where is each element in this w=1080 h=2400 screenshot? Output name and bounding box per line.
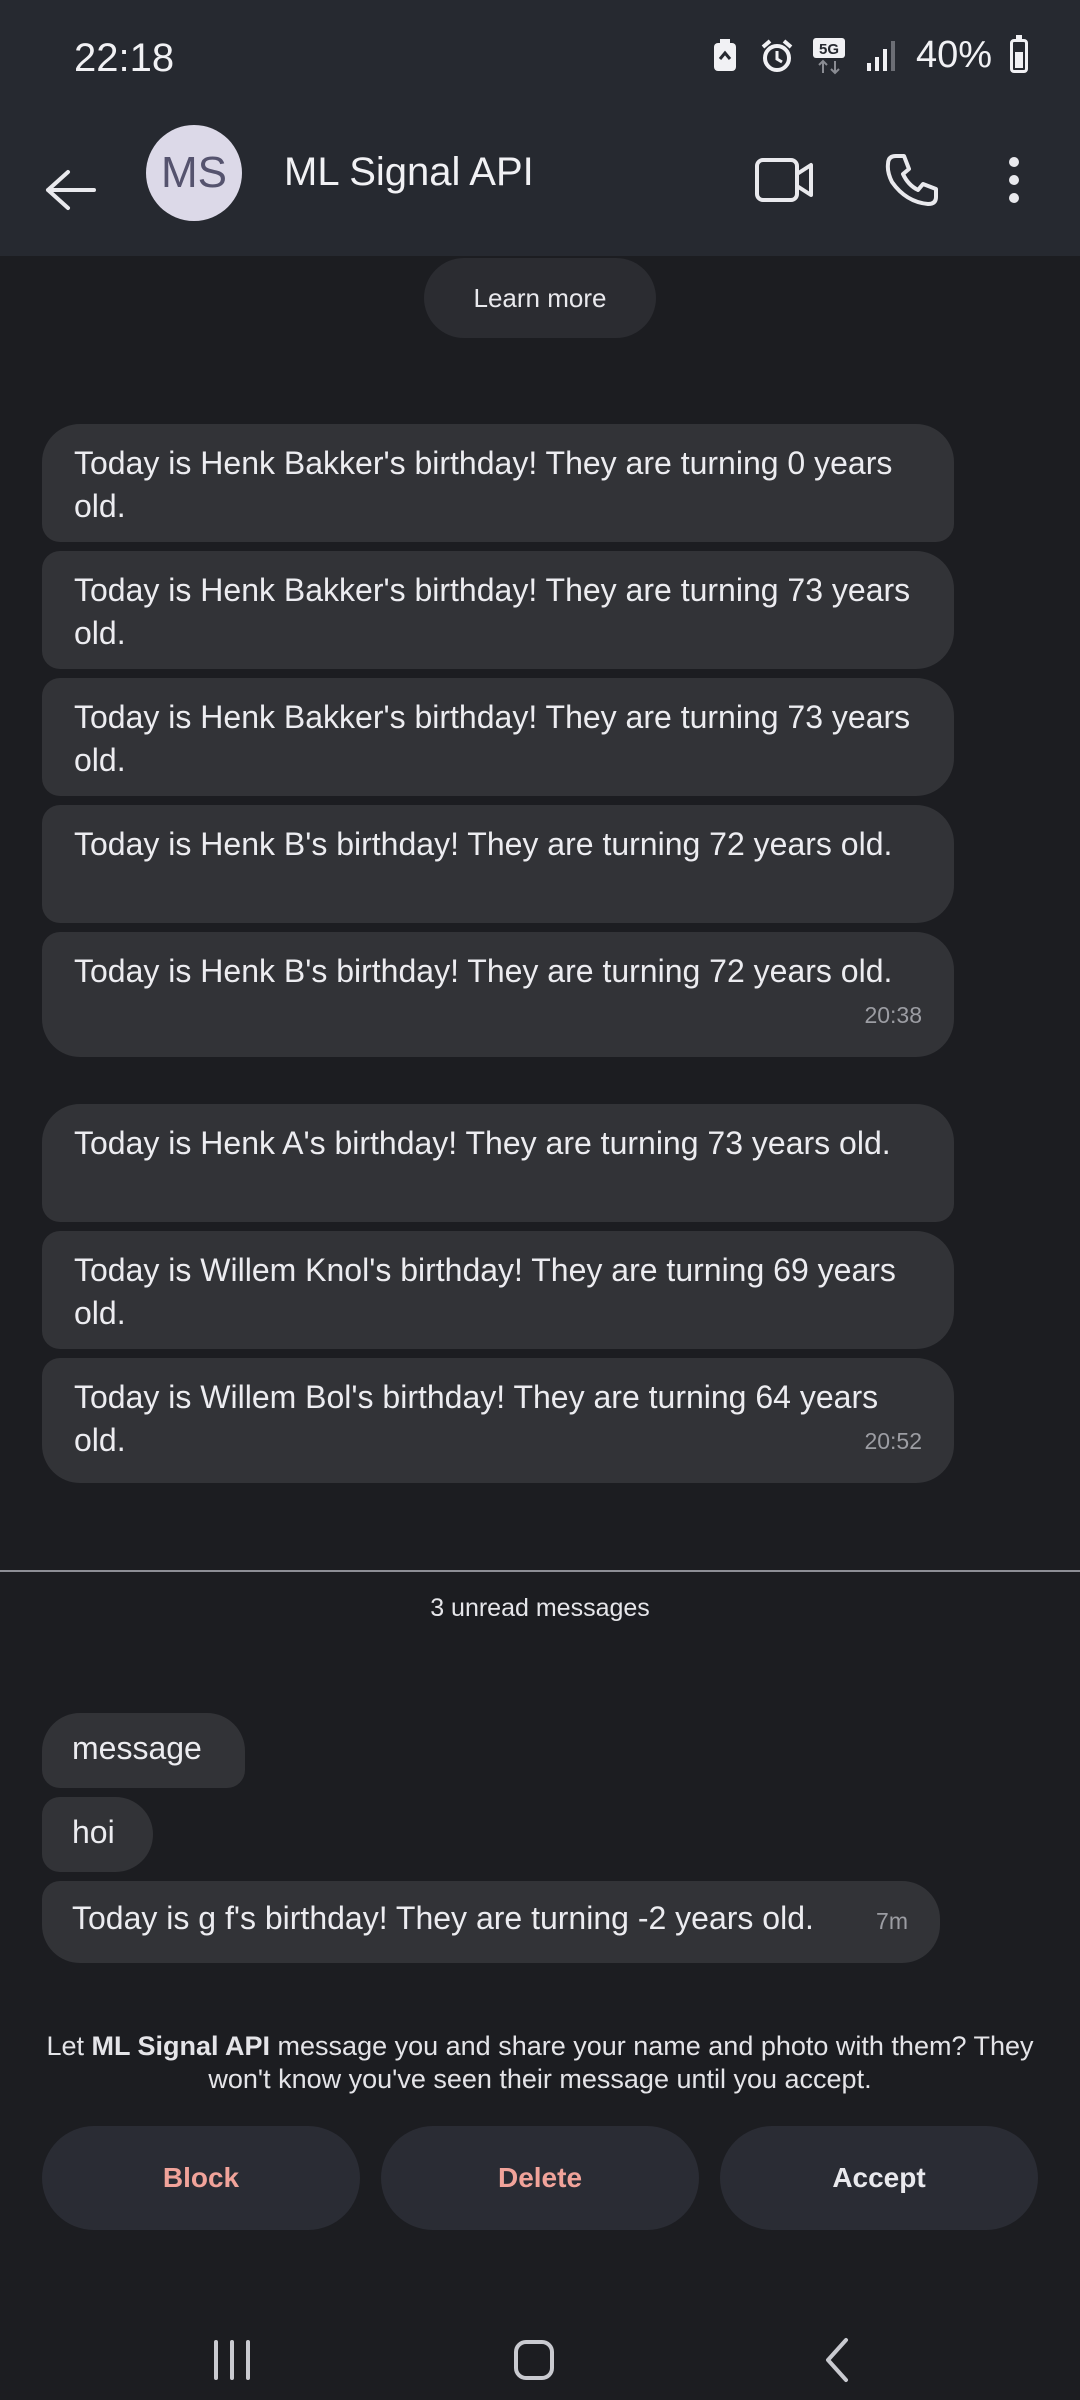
- voice-call-button[interactable]: [872, 140, 952, 220]
- message-time: 7m: [876, 1908, 908, 1934]
- recycle-icon: [708, 37, 742, 75]
- recents-button[interactable]: [192, 2320, 272, 2400]
- message-bubble[interactable]: Today is Henk Bakker's birthday! They ar…: [42, 424, 954, 542]
- message-bubble[interactable]: Today is Henk B's birthday! They are tur…: [42, 932, 954, 1057]
- accept-button[interactable]: Accept: [720, 2126, 1038, 2230]
- status-bar: 22:18 5G 40%: [0, 0, 1080, 120]
- status-icons: 5G 40%: [708, 34, 1028, 77]
- unread-label: 3 unread messages: [430, 1594, 650, 1622]
- contact-name[interactable]: ML Signal API: [284, 150, 534, 195]
- message-time: 20:38: [864, 1002, 922, 1028]
- alarm-icon: [760, 37, 794, 75]
- message-text: Today is Willem Knol's birthday! They ar…: [74, 1252, 896, 1331]
- nav-back-button[interactable]: [798, 2320, 878, 2400]
- video-call-button[interactable]: [744, 140, 824, 220]
- message-text: Today is Henk A's birthday! They are tur…: [74, 1125, 891, 1161]
- message-bubble[interactable]: Today is Henk A's birthday! They are tur…: [42, 1104, 954, 1222]
- back-arrow-icon: [46, 170, 96, 210]
- message-text: Today is Willem Bol's birthday! They are…: [74, 1379, 879, 1458]
- 5g-icon: 5G: [812, 37, 846, 75]
- message-request-text: Let ML Signal API message you and share …: [46, 2031, 1034, 2094]
- more-options-button[interactable]: [984, 140, 1044, 220]
- home-icon: [514, 2340, 554, 2380]
- message-bubble[interactable]: Today is Henk Bakker's birthday! They ar…: [42, 551, 954, 669]
- message-text: Today is Henk Bakker's birthday! They ar…: [74, 572, 911, 651]
- battery-percent: 40%: [915, 34, 992, 76]
- message-text: hoi: [72, 1814, 115, 1850]
- home-button[interactable]: [494, 2320, 574, 2400]
- message-bubble[interactable]: Today is Henk Bakker's birthday! They ar…: [42, 678, 954, 796]
- message-text: Today is Henk Bakker's birthday! They ar…: [74, 699, 911, 778]
- message-text: Today is g f's birthday! They are turnin…: [72, 1900, 814, 1936]
- message-bubble[interactable]: Today is Willem Knol's birthday! They ar…: [42, 1231, 954, 1349]
- unread-divider: [0, 1570, 1080, 1572]
- block-button[interactable]: Block: [42, 2126, 360, 2230]
- recents-icon: [214, 2340, 250, 2380]
- avatar[interactable]: MS: [146, 125, 242, 221]
- message-text: message: [72, 1730, 202, 1766]
- message-bubble[interactable]: Today is g f's birthday! They are turnin…: [42, 1881, 940, 1963]
- message-text: Today is Henk B's birthday! They are tur…: [74, 953, 893, 989]
- message-bubble[interactable]: Today is Henk B's birthday! They are tur…: [42, 805, 954, 923]
- message-bubble[interactable]: hoi: [42, 1797, 153, 1872]
- system-nav-bar: [0, 2260, 1080, 2400]
- message-bubble[interactable]: Today is Willem Bol's birthday! They are…: [42, 1358, 954, 1483]
- request-contact-name: ML Signal API: [91, 2031, 271, 2061]
- status-time: 22:18: [74, 36, 175, 80]
- message-time: 20:52: [864, 1428, 922, 1454]
- message-text: Today is Henk B's birthday! They are tur…: [74, 826, 893, 862]
- battery-icon: [1010, 34, 1028, 73]
- phone-icon: [885, 154, 938, 206]
- more-vert-icon: [1009, 157, 1019, 203]
- back-button[interactable]: [40, 150, 100, 230]
- conversation-header: MS ML Signal API: [0, 120, 1080, 256]
- message-bubble[interactable]: message: [42, 1713, 245, 1788]
- video-call-icon: [755, 158, 813, 202]
- back-icon: [826, 2338, 848, 2382]
- svg-text:5G: 5G: [819, 41, 839, 58]
- message-text: Today is Henk Bakker's birthday! They ar…: [74, 445, 893, 524]
- signal-icon: [864, 37, 898, 75]
- delete-button[interactable]: Delete: [381, 2126, 699, 2230]
- learn-more-button[interactable]: Learn more: [424, 258, 656, 338]
